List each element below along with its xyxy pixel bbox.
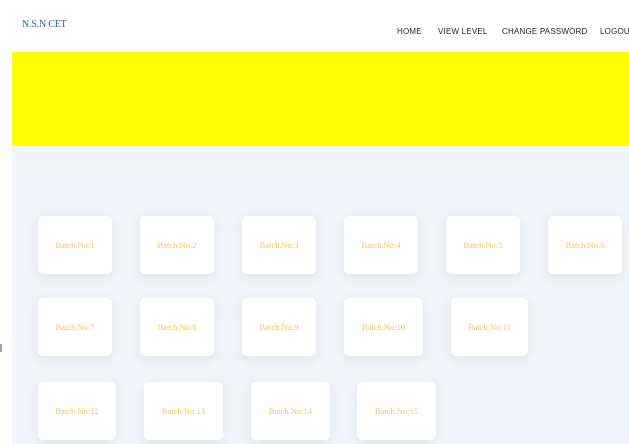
batch-card-9[interactable]: Batch.No:9 — [242, 298, 316, 356]
batch-card-12[interactable]: Batch.No:12 — [38, 382, 116, 440]
batch-card-11[interactable]: Batch.No:11 — [451, 298, 528, 356]
batch-label: Batch.No:5 — [463, 240, 503, 250]
batch-card-2[interactable]: Batch.No:2 — [140, 216, 214, 274]
batch-card-10[interactable]: Batch.No:10 — [344, 298, 423, 356]
batch-card-4[interactable]: Batch.No:4 — [344, 216, 418, 274]
batch-label: Batch.No:9 — [259, 322, 299, 332]
batch-card-3[interactable]: Batch.No:3 — [242, 216, 316, 274]
batch-card-8[interactable]: Batch.No:8 — [140, 298, 214, 356]
batch-card-1[interactable]: Batch.No:1 — [38, 216, 112, 274]
nav-logout[interactable]: LOGOU — [600, 27, 629, 36]
nav-view-level[interactable]: VIEW LEVEL — [438, 27, 488, 36]
batch-area: Batch.No:1 Batch.No:2 Batch.No:3 Batch.N… — [12, 146, 629, 444]
batch-label: Batch.No:13 — [161, 406, 206, 416]
batch-label: Batch.No:3 — [259, 240, 299, 250]
batch-card-15[interactable]: Batch.No:15 — [357, 382, 436, 440]
batch-card-7[interactable]: Batch.No:7 — [38, 298, 112, 356]
brand-logo[interactable]: N.S.N CET — [22, 19, 67, 30]
batch-card-5[interactable]: Batch.No:5 — [446, 216, 520, 274]
batch-label: Batch.No:14 — [268, 406, 313, 416]
batch-label: Batch.No:10 — [361, 322, 406, 332]
batch-label: Batch.No:7 — [55, 322, 95, 332]
batch-label: Batch.No:1 — [55, 240, 95, 250]
batch-label: Batch.No:4 — [361, 240, 401, 250]
batch-card-13[interactable]: Batch.No:13 — [144, 382, 223, 440]
batch-label: Batch.No:6 — [565, 240, 605, 250]
nav-home[interactable]: HOME — [397, 27, 422, 36]
batch-label: Batch.No:15 — [374, 406, 419, 416]
batch-card-6[interactable]: Batch.No:6 — [548, 216, 622, 274]
hero-banner — [12, 52, 629, 146]
batch-label: Batch.No:2 — [157, 240, 197, 250]
batch-card-14[interactable]: Batch.No:14 — [251, 382, 330, 440]
batch-label: Batch.No:11 — [468, 322, 511, 332]
left-edge-mark — [0, 344, 2, 352]
nav-change-password[interactable]: CHANGE PASSWORD — [502, 27, 588, 36]
navbar: N.S.N CET HOME VIEW LEVEL CHANGE PASSWOR… — [12, 0, 629, 52]
batch-label: Batch.No:12 — [55, 406, 99, 416]
left-edge — [0, 0, 12, 444]
batch-label: Batch.No:8 — [157, 322, 197, 332]
